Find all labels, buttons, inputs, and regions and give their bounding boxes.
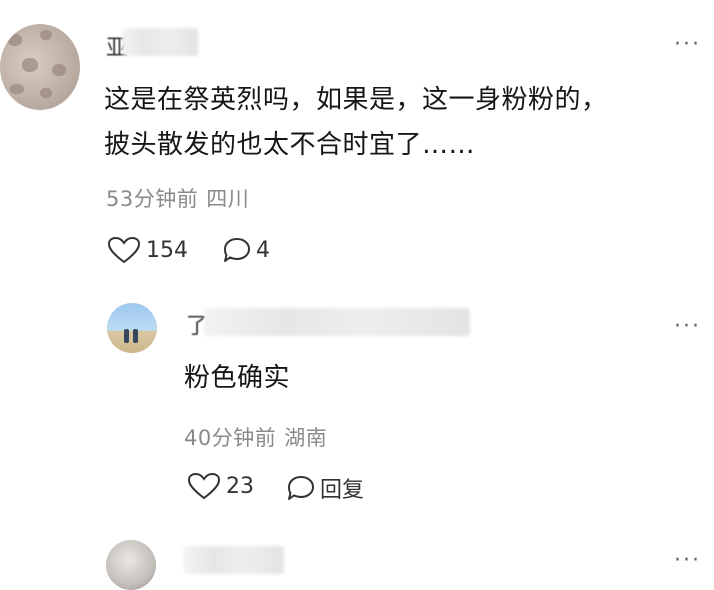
heart-outline-icon [107, 236, 141, 264]
more-options-icon[interactable]: ··· [674, 314, 701, 339]
speech-bubble-icon [288, 476, 314, 500]
comment-time: 40分钟前 [184, 426, 277, 450]
reply-button[interactable]: 4 [222, 236, 270, 264]
comment-line: 披头散发的也太不合时宜了…… [104, 130, 476, 160]
speech-bubble-icon [224, 238, 250, 262]
reply-count: 4 [256, 237, 270, 263]
comment-meta: 40分钟前 湖南 [184, 422, 327, 452]
reply-button[interactable]: 回复 [286, 472, 364, 504]
comment-line: 这是在祭英烈吗，如果是，这一身粉粉的， [104, 85, 608, 115]
user-avatar[interactable] [106, 540, 156, 590]
comment-text: 这是在祭英烈吗，如果是，这一身粉粉的， 披头散发的也太不合时宜了…… [104, 78, 608, 168]
comment-location: 湖南 [284, 426, 328, 450]
like-button[interactable]: 23 [186, 472, 254, 500]
more-options-icon[interactable]: ··· [674, 32, 701, 57]
comment-text: 粉色确实 [184, 363, 291, 393]
like-button[interactable]: 154 [106, 236, 188, 264]
blurred-username [184, 546, 284, 574]
comment-location: 四川 [206, 187, 250, 211]
heart-outline-icon [187, 472, 221, 500]
reply-label: 回复 [320, 478, 365, 503]
blurred-username [204, 308, 470, 336]
user-avatar[interactable] [0, 24, 80, 110]
comment-meta: 53分钟前 四川 [106, 183, 249, 213]
comment-time: 53分钟前 [106, 187, 199, 211]
like-count: 23 [226, 473, 254, 499]
blurred-username [122, 28, 198, 56]
user-avatar[interactable] [107, 303, 157, 353]
more-options-icon[interactable]: ··· [674, 548, 701, 573]
like-count: 154 [146, 237, 188, 263]
